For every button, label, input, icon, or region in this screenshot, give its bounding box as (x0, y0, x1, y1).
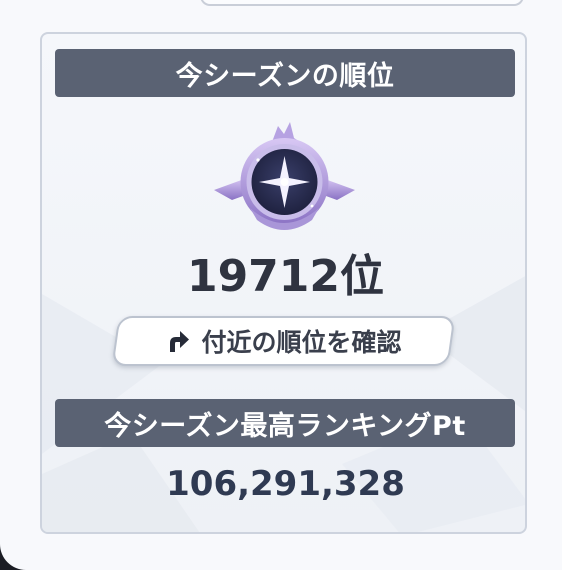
check-nearby-rank-label: 付近の順位を確認 (201, 328, 402, 357)
best-ranking-pt-value: 106,291,328 (166, 464, 405, 504)
forward-arrow-icon (170, 331, 190, 352)
game-screen: 今シーズンの順位 19712位 付近の順位を確認 今シーズン最高ランキングPt … (0, 0, 562, 570)
best-ranking-pt-header: 今シーズン最高ランキングPt (55, 399, 515, 447)
current-season-rank-header-text: 今シーズンの順位 (175, 60, 395, 92)
current-season-rank-header: 今シーズンの順位 (55, 49, 515, 97)
check-nearby-rank-button[interactable]: 付近の順位を確認 (111, 316, 456, 366)
best-ranking-pt-header-text: 今シーズン最高ランキングPt (104, 410, 466, 442)
rank-emblem-icon (214, 122, 355, 230)
ranking-panel: 今シーズンの順位 19712位 付近の順位を確認 今シーズン最高ランキングPt … (40, 32, 527, 534)
upper-panel-edge (200, 0, 524, 6)
current-rank-value: 19712位 (186, 251, 385, 302)
